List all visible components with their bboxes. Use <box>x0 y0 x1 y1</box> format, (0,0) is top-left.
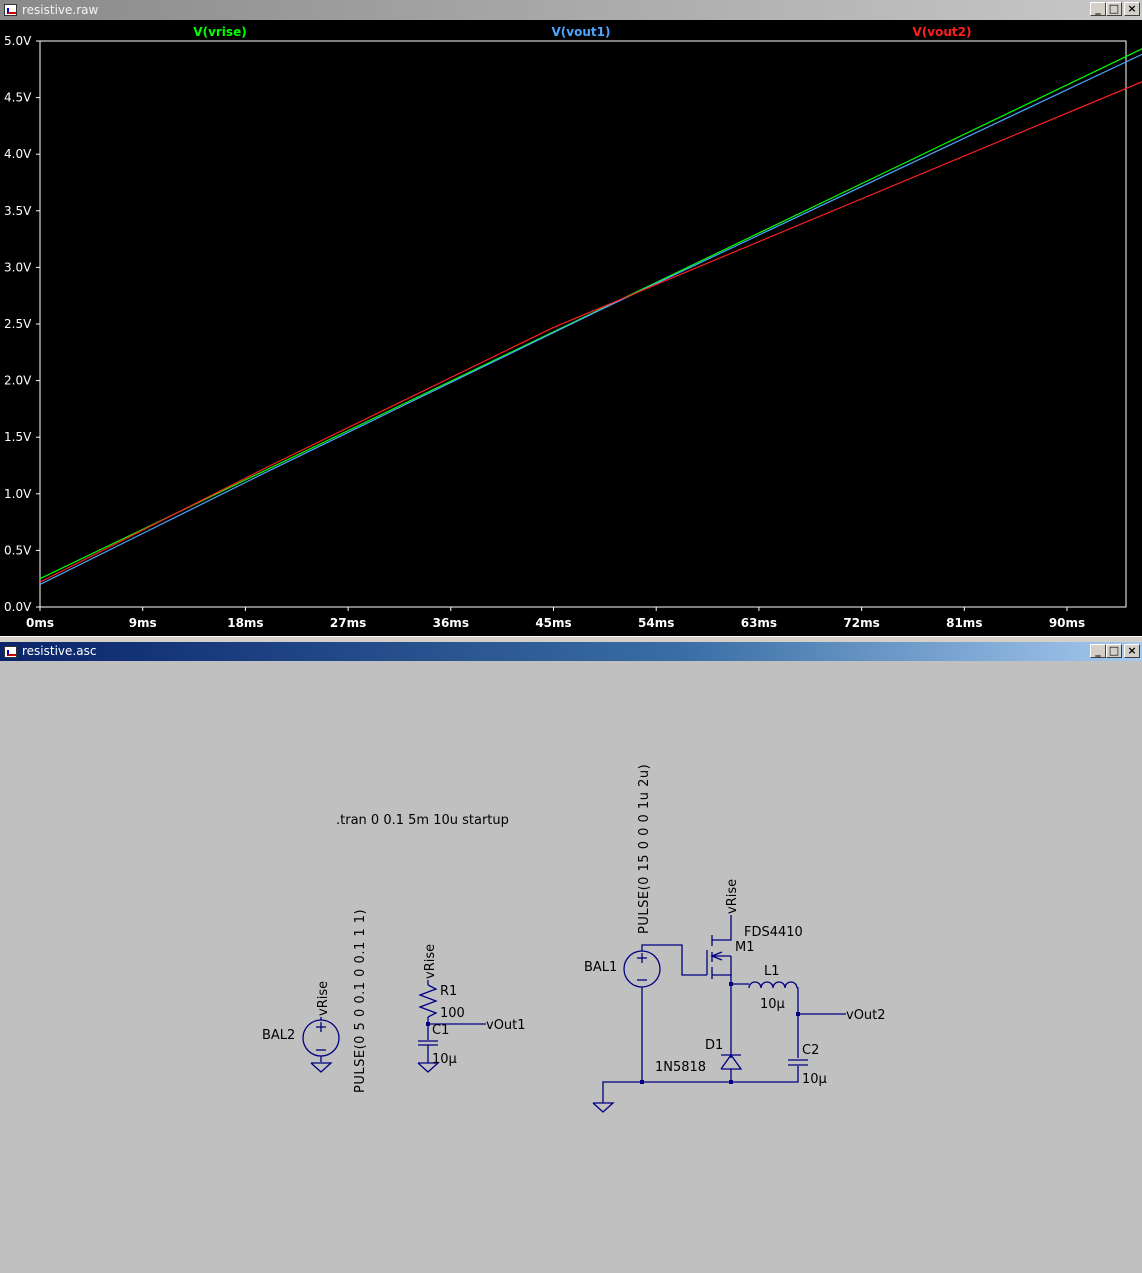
plot-window: resistive.raw _ □ × 0.0V 0.5V 1.0V 1.5V 2.0V… <box>0 0 1142 636</box>
maximize-button[interactable]: □ <box>1106 2 1122 16</box>
plot-area-frame <box>39 40 1127 608</box>
r1-name-label: R1 <box>440 984 457 999</box>
c2-capacitor[interactable] <box>788 1059 808 1066</box>
y-tick-label: 3.0V <box>4 260 32 274</box>
schematic-window: resistive.asc _ □ × .tran 0 0.1 5m 10u s… <box>0 642 1142 1273</box>
series-line-v-vout2 <box>39 81 1142 583</box>
minimize-button[interactable]: _ <box>1090 2 1106 16</box>
c2-value-label: 10µ <box>802 1072 827 1087</box>
bal1-name-label: BAL1 <box>584 960 617 975</box>
x-tick-label: 63ms <box>741 616 777 630</box>
spice-directive[interactable]: .tran 0 0.1 5m 10u startup <box>336 813 509 828</box>
legend-label-v-vout1: V(vout1) <box>552 25 611 39</box>
bal1-voltage-source[interactable] <box>623 950 661 988</box>
m1-mosfet[interactable] <box>706 915 732 1058</box>
vout2-net-label: vOut2 <box>846 1008 886 1023</box>
x-tick-label: 18ms <box>227 616 263 630</box>
close-button[interactable]: × <box>1124 2 1140 16</box>
waveform-icon <box>4 4 17 16</box>
c1-name-label: C1 <box>432 1023 449 1038</box>
junction-dot <box>426 1022 430 1026</box>
d1-name-label: D1 <box>705 1038 723 1053</box>
waveform-chart[interactable]: 0.0V 0.5V 1.0V 1.5V 2.0V 2.5V 3.0V 3.5V 4.0V 4.5V… <box>0 20 1142 636</box>
bal2-net-label: vRise <box>316 981 331 1016</box>
plot-title: resistive.raw <box>22 3 99 17</box>
c2-name-label: C2 <box>802 1043 819 1058</box>
junction-dot <box>796 1012 800 1016</box>
x-tick-label: 81ms <box>946 616 982 630</box>
x-tick-label: 9ms <box>129 616 157 630</box>
plot-titlebar[interactable]: resistive.raw _ □ × <box>0 0 1142 20</box>
m1-net-label: vRise <box>725 879 740 914</box>
c1-value-label: 10µ <box>432 1052 457 1067</box>
d1-value-label: 1N5818 <box>655 1060 706 1075</box>
bal2-voltage-source[interactable] <box>302 1017 340 1062</box>
y-tick-label: 2.5V <box>4 317 32 331</box>
y-tick-label: 4.0V <box>4 147 32 161</box>
y-tick-label: 1.5V <box>4 430 32 444</box>
legend-label-v-vrise: V(vrise) <box>193 25 246 39</box>
x-tick-label: 36ms <box>433 616 469 630</box>
m1-name-label: M1 <box>735 940 755 955</box>
ground-symbol <box>310 1062 333 1073</box>
junction-dot <box>729 1080 733 1084</box>
ground-symbol <box>592 1102 615 1113</box>
vout1-net-label: vOut1 <box>486 1018 526 1033</box>
y-tick-label: 0.0V <box>4 600 32 614</box>
y-tick-label: 3.5V <box>4 204 32 218</box>
l1-value-label: 10µ <box>760 997 785 1012</box>
legend-label-v-vout2: V(vout2) <box>913 25 972 39</box>
r1-net-label: vRise <box>423 944 438 979</box>
x-tick-label: 54ms <box>638 616 674 630</box>
bal2-name-label: BAL2 <box>262 1028 295 1043</box>
junction-dot <box>640 1080 644 1084</box>
y-tick-label: 4.5V <box>4 91 32 105</box>
y-tick-label: 1.0V <box>4 487 32 501</box>
x-tick-label: 0ms <box>26 616 54 630</box>
schematic-canvas[interactable]: .tran 0 0.1 5m 10u startup BAL2 vRise PU… <box>0 642 1142 1273</box>
bal1-value-label: PULSE(0 15 0 0 0 1u 2u) <box>637 764 652 934</box>
bal2-value-label: PULSE(0 5 0 0.1 0 0.1 1 1) <box>353 909 368 1093</box>
x-tick-label: 45ms <box>535 616 571 630</box>
r1-value-label: 100 <box>440 1006 465 1021</box>
gate-wire <box>641 944 707 976</box>
series-line-v-vout1 <box>39 53 1142 585</box>
x-tick-label: 72ms <box>843 616 879 630</box>
d1-diode[interactable] <box>720 1053 743 1082</box>
y-tick-label: 0.5V <box>4 543 32 557</box>
l1-inductor[interactable] <box>731 981 799 1058</box>
m1-value-label: FDS4410 <box>744 925 803 940</box>
x-tick-label: 27ms <box>330 616 366 630</box>
l1-name-label: L1 <box>764 964 780 979</box>
y-tick-label: 5.0V <box>4 34 32 48</box>
x-tick-label: 90ms <box>1049 616 1085 630</box>
y-tick-label: 2.0V <box>4 374 32 388</box>
